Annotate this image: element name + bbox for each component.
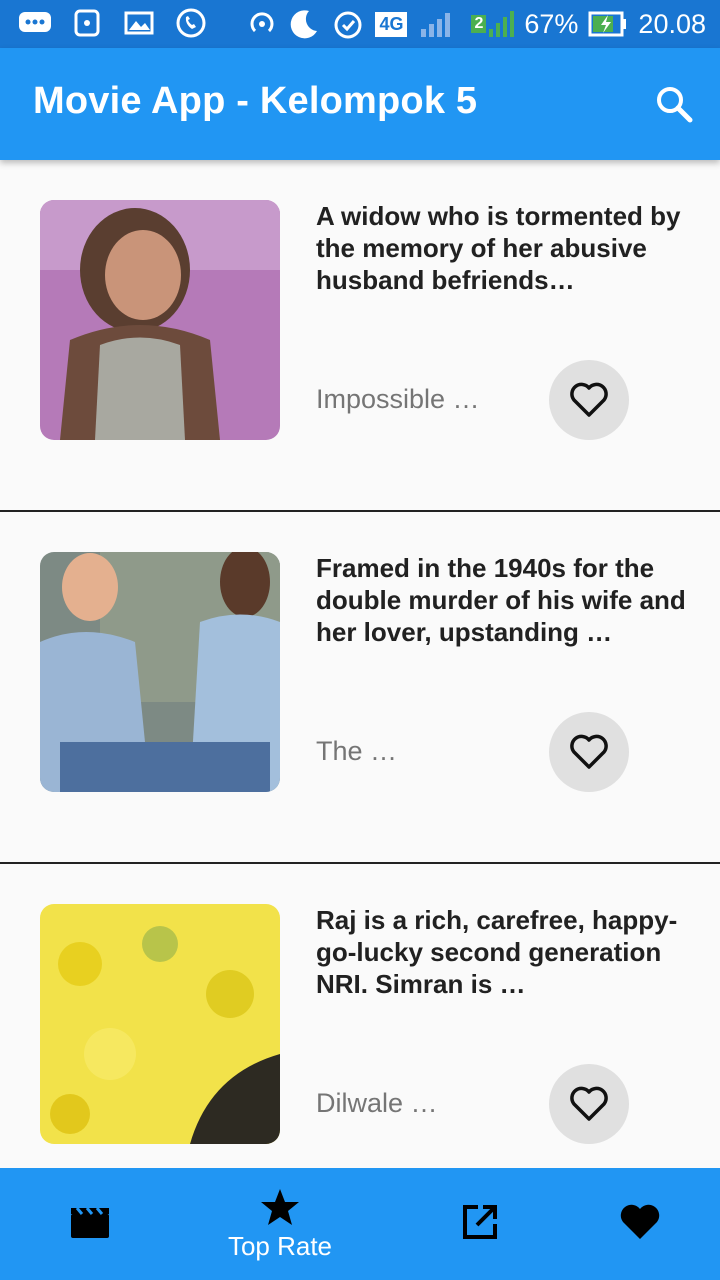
heart-outline-icon bbox=[570, 382, 608, 417]
movie-card[interactable]: Raj is a rich, carefree, happy-go-lucky … bbox=[0, 864, 720, 1168]
favorite-button[interactable] bbox=[549, 360, 629, 440]
wifi-hotspot-icon bbox=[250, 12, 274, 33]
hotspot-icon bbox=[70, 8, 104, 38]
signal-icon-2: 2 bbox=[471, 9, 515, 39]
signal-icon-1 bbox=[421, 13, 451, 37]
heart-outline-icon bbox=[570, 734, 608, 769]
status-right: 4G 2 67% 20.08 bbox=[247, 0, 706, 48]
alarm-icon bbox=[334, 11, 362, 39]
clock: 20.08 bbox=[638, 8, 706, 39]
movie-card[interactable]: A widow who is tormented by the memory o… bbox=[0, 160, 720, 512]
movie-description: Raj is a rich, carefree, happy-go-lucky … bbox=[316, 905, 678, 999]
bottom-navigation: Top Rate bbox=[0, 1168, 720, 1280]
notification-icons bbox=[18, 8, 208, 38]
movie-poster bbox=[40, 904, 280, 1144]
movie-card[interactable]: Framed in the 1940s for the double murde… bbox=[0, 512, 720, 864]
movie-list: A widow who is tormented by the memory o… bbox=[0, 160, 720, 1168]
gallery-icon bbox=[122, 8, 156, 38]
network-type: 4G bbox=[375, 11, 408, 37]
nav-item-movies[interactable] bbox=[0, 1168, 180, 1280]
movie-title: Impossible … bbox=[316, 384, 480, 414]
movie-poster bbox=[40, 552, 280, 792]
search-icon bbox=[657, 87, 693, 123]
search-button[interactable] bbox=[654, 84, 694, 124]
whatsapp-icon bbox=[174, 8, 208, 38]
heart-filled-icon bbox=[620, 1204, 660, 1239]
favorite-button[interactable] bbox=[549, 712, 629, 792]
moon-icon bbox=[291, 10, 318, 39]
nav-item-favorites[interactable] bbox=[550, 1168, 720, 1280]
open-external-icon bbox=[463, 1205, 497, 1239]
movie-title: Dilwale … bbox=[316, 1088, 438, 1118]
page-title: Movie App - Kelompok 5 bbox=[33, 80, 478, 122]
app-bar: Movie App - Kelompok 5 bbox=[0, 48, 720, 160]
star-icon bbox=[261, 1188, 299, 1225]
nav-item-upcoming[interactable] bbox=[390, 1168, 570, 1280]
nav-item-top-rate[interactable]: Top Rate bbox=[190, 1168, 370, 1280]
heart-outline-icon bbox=[570, 1086, 608, 1121]
status-bar: 4G 2 67% 20.08 bbox=[0, 0, 720, 48]
battery-percent: 67% bbox=[524, 8, 579, 39]
movie-description: A widow who is tormented by the memory o… bbox=[316, 201, 681, 295]
movie-poster bbox=[40, 200, 280, 440]
movie-description: Framed in the 1940s for the double murde… bbox=[316, 553, 686, 647]
movie-title: The … bbox=[316, 736, 398, 766]
movie-clapper-icon bbox=[71, 1207, 109, 1238]
chat-icon bbox=[18, 8, 52, 38]
nav-label-top-rate: Top Rate bbox=[227, 1230, 333, 1261]
battery-icon bbox=[588, 11, 627, 37]
favorite-button[interactable] bbox=[549, 1064, 629, 1144]
